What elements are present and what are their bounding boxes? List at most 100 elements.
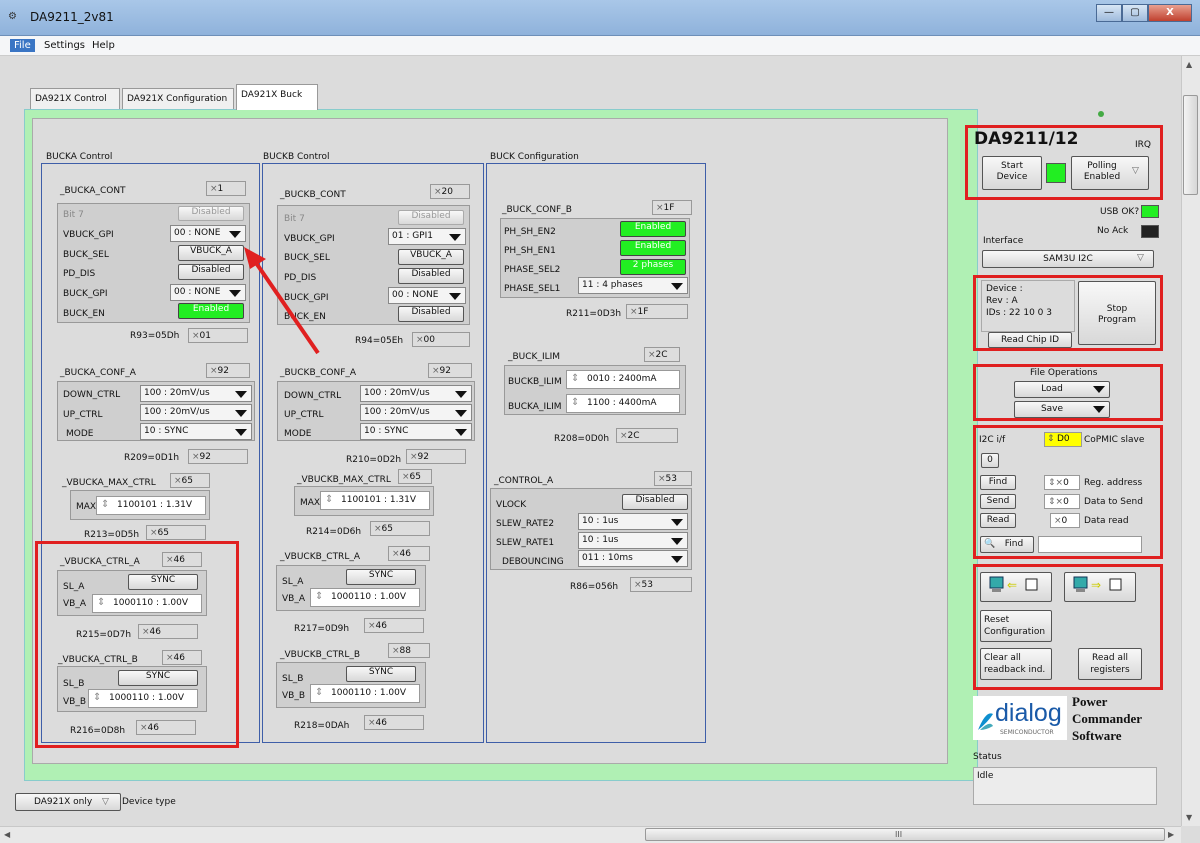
- bconf-slew-rate1-select[interactable]: 10 : 1us: [578, 532, 688, 549]
- read-chip-id-button[interactable]: Read Chip ID: [988, 332, 1072, 348]
- buckb-sl-b-button[interactable]: SYNC: [346, 666, 416, 682]
- horizontal-scroll-thumb[interactable]: [645, 828, 1165, 841]
- bucka-max-hex[interactable]: ×65: [170, 473, 210, 488]
- vertical-scroll-thumb[interactable]: [1183, 95, 1198, 195]
- field-label: DEBOUNCING: [502, 557, 564, 567]
- read-button[interactable]: Read: [980, 513, 1016, 528]
- bconf-confb-regval[interactable]: ×1F: [626, 304, 688, 319]
- buckb-cont-hex[interactable]: ×20: [430, 184, 470, 199]
- bucka-buck-en-button[interactable]: Enabled: [178, 303, 244, 319]
- scroll-right-icon[interactable]: ▶: [1168, 830, 1174, 839]
- device-to-pc-icon: ⇒: [1073, 576, 1122, 592]
- bucka-pd-dis-button[interactable]: Disabled: [178, 264, 244, 280]
- bconf-vlock-button[interactable]: Disabled: [622, 494, 688, 510]
- field-label: UP_CTRL: [284, 410, 324, 420]
- bucka-conf-hex[interactable]: ×92: [206, 363, 250, 378]
- data-read-field[interactable]: ×0: [1050, 513, 1080, 528]
- buckb-pd-dis-button[interactable]: Disabled: [398, 268, 464, 284]
- bucka-buck-gpi-select[interactable]: 00 : NONE: [170, 284, 246, 301]
- bucka-cont-hex[interactable]: ×1: [206, 181, 246, 196]
- buckb-cont-regval[interactable]: ×00: [412, 332, 470, 347]
- send-button[interactable]: Send: [980, 494, 1016, 509]
- buckb-vb-b-spinner[interactable]: 1000110 : 1.00V: [310, 684, 420, 703]
- bucka-up-ctrl-select[interactable]: 100 : 20mV/us: [140, 404, 252, 421]
- menu-settings[interactable]: Settings: [40, 39, 89, 52]
- menu-help[interactable]: Help: [88, 39, 119, 52]
- buckb-buck-en-button[interactable]: Disabled: [398, 306, 464, 322]
- tab-control[interactable]: DA921X Control: [30, 88, 120, 110]
- buckb-buck-gpi-select[interactable]: 00 : NONE: [388, 287, 466, 304]
- field-label: VBUCK_GPI: [63, 230, 114, 240]
- bconf-phase-sel1-select[interactable]: 11 : 4 phases: [578, 277, 688, 294]
- buckb-conf-regval[interactable]: ×92: [406, 449, 466, 464]
- dialog-logo-icon: [978, 713, 993, 730]
- field-label: PHASE_SEL2: [504, 265, 561, 275]
- bconf-confb-hex[interactable]: ×1F: [652, 200, 692, 215]
- buckb-max-regval[interactable]: ×65: [370, 521, 430, 536]
- tab-configuration[interactable]: DA921X Configuration: [122, 88, 234, 110]
- bconf-ctrl-hex[interactable]: ×53: [654, 471, 692, 486]
- bconf-ilim-regval[interactable]: ×2C: [616, 428, 678, 443]
- find-search-button[interactable]: 🔍 Find: [980, 536, 1034, 553]
- zero-button[interactable]: 0: [981, 453, 999, 468]
- pcs-line3: Software: [1072, 728, 1122, 743]
- buckb-mode-select[interactable]: 10 : SYNC: [360, 423, 472, 440]
- scroll-up-icon[interactable]: ▲: [1186, 60, 1192, 69]
- buckb-max-name: _VBUCKB_MAX_CTRL: [297, 475, 391, 485]
- bconf-bucka-ilim-spinner[interactable]: 1100 : 4400mA: [566, 394, 680, 413]
- find-input[interactable]: [1038, 536, 1142, 553]
- scroll-left-icon[interactable]: ◀: [4, 830, 10, 839]
- bconf-ilim-hex[interactable]: ×2C: [644, 347, 680, 362]
- clear-readback-button[interactable]: Clear all readback ind.: [980, 648, 1052, 680]
- bconf-ctrl-reg: R86=056h: [570, 582, 619, 592]
- bconf-phase-sel2-button[interactable]: 2 phases: [620, 259, 686, 275]
- buckb-sl-a-button[interactable]: SYNC: [346, 569, 416, 585]
- read-all-registers-button[interactable]: Read all registers: [1078, 648, 1142, 680]
- buckb-ctrlb-regval[interactable]: ×46: [364, 715, 424, 730]
- bucka-buck-sel-button[interactable]: VBUCK_A: [178, 245, 244, 261]
- bconf-ph-sh-en2-button[interactable]: Enabled: [620, 221, 686, 237]
- buckb-max-hex[interactable]: ×65: [398, 469, 432, 484]
- stop-program-button[interactable]: Stop Program: [1078, 281, 1156, 345]
- maximize-button[interactable]: ▢: [1122, 4, 1148, 22]
- interface-select[interactable]: SAM3U I2C: [982, 250, 1154, 268]
- buckb-ctrla-regval[interactable]: ×46: [364, 618, 424, 633]
- bucka-mode-select[interactable]: 10 : SYNC: [140, 423, 252, 440]
- buckb-ctrlb-hex[interactable]: ×88: [388, 643, 430, 658]
- buckb-vbuck-gpi-select[interactable]: 01 : GPI1: [388, 228, 466, 245]
- bucka-vbuck-gpi-select[interactable]: 00 : NONE: [170, 225, 246, 242]
- bconf-buckb-ilim-spinner[interactable]: 0010 : 2400mA: [566, 370, 680, 389]
- buckb-down-ctrl-select[interactable]: 100 : 20mV/us: [360, 385, 472, 402]
- buckb-max-spinner[interactable]: 1100101 : 1.31V: [320, 491, 430, 510]
- find-button[interactable]: Find: [980, 475, 1016, 490]
- buckb-bit7-button[interactable]: Disabled: [398, 210, 464, 225]
- buckb-up-ctrl-select[interactable]: 100 : 20mV/us: [360, 404, 472, 421]
- minimize-button[interactable]: —: [1096, 4, 1122, 22]
- buckb-buck-sel-button[interactable]: VBUCK_A: [398, 249, 464, 265]
- buckb-cont-name: _BUCKB_CONT: [280, 190, 346, 200]
- transfer-right-button[interactable]: ⇒: [1064, 572, 1136, 602]
- reset-configuration-button[interactable]: Reset Configuration: [980, 610, 1052, 642]
- bucka-cont-regval[interactable]: ×01: [188, 328, 248, 343]
- reg-address-field[interactable]: ⇕×0: [1044, 475, 1080, 490]
- bconf-slew-rate2-select[interactable]: 10 : 1us: [578, 513, 688, 530]
- buckb-vb-a-spinner[interactable]: 1000110 : 1.00V: [310, 588, 420, 607]
- bucka-max-regval[interactable]: ×65: [146, 525, 206, 540]
- i2c-address-field[interactable]: ⇕ D0: [1044, 432, 1082, 447]
- bconf-ctrl-regval[interactable]: ×53: [630, 577, 692, 592]
- bucka-max-spinner[interactable]: 1100101 : 1.31V: [96, 496, 206, 515]
- scroll-down-icon[interactable]: ▼: [1186, 813, 1192, 822]
- bucka-bit7-button[interactable]: Disabled: [178, 206, 244, 221]
- menu-file[interactable]: File: [10, 39, 35, 52]
- bucka-conf-regval[interactable]: ×92: [188, 449, 248, 464]
- bucka-down-ctrl-select[interactable]: 100 : 20mV/us: [140, 385, 252, 402]
- transfer-left-button[interactable]: ⇐: [980, 572, 1052, 602]
- data-send-field[interactable]: ⇕×0: [1044, 494, 1080, 509]
- close-button[interactable]: X: [1148, 4, 1192, 22]
- buckb-conf-hex[interactable]: ×92: [428, 363, 472, 378]
- bconf-ph-sh-en1-button[interactable]: Enabled: [620, 240, 686, 256]
- start-device-button[interactable]: Start Device: [982, 156, 1042, 190]
- bconf-debouncing-select[interactable]: 011 : 10ms: [578, 550, 688, 567]
- buckb-ctrla-hex[interactable]: ×46: [388, 546, 430, 561]
- tab-buck[interactable]: DA921X Buck: [236, 84, 318, 110]
